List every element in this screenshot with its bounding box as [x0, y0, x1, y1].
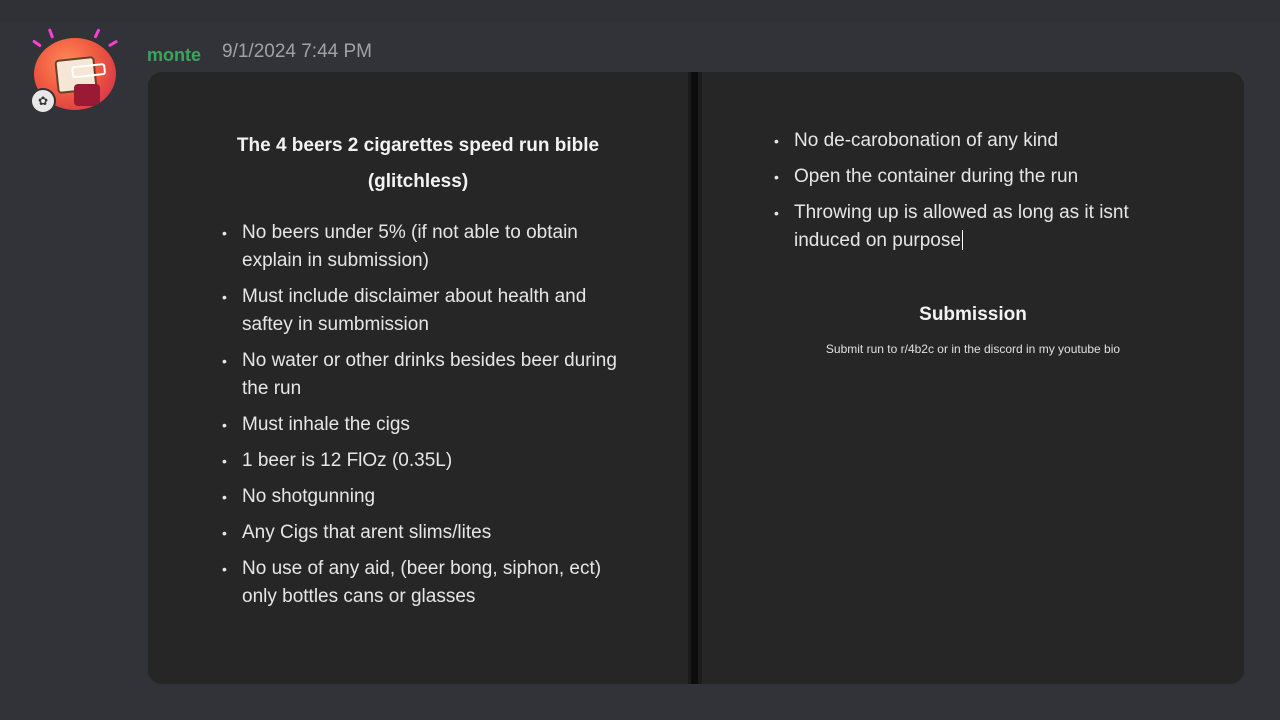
rule-text: No water or other drinks besides beer du… [242, 350, 617, 399]
list-item: • No water or other drinks besides beer d… [222, 347, 624, 403]
list-item: • Must include disclaimer about health an… [222, 283, 624, 339]
avatar-decoration-icon: ✿ [30, 88, 56, 114]
list-item: • Any Cigs that arent slims/lites [222, 519, 624, 547]
bullet-icon: • [222, 525, 227, 541]
rule-text: Any Cigs that arent slims/lites [242, 522, 492, 543]
rule-text: Must include disclaimer about health and… [242, 286, 587, 335]
list-item: • No beers under 5% (if not able to obtai… [222, 219, 624, 275]
text-cursor [961, 230, 963, 250]
rules-list-right: • No de-carobonation of any kind • Open th… [774, 127, 1196, 263]
top-bar [0, 0, 1280, 22]
bullet-icon: • [222, 289, 227, 305]
bullet-icon: • [222, 561, 227, 577]
bullet-icon: • [222, 453, 227, 469]
bullet-icon: • [222, 225, 227, 241]
list-item: • No shotgunning [222, 483, 624, 511]
message-username[interactable]: monte [147, 45, 201, 66]
sparkle-icon [32, 39, 42, 48]
glasses-icon [71, 62, 107, 79]
page-divider-line [691, 72, 698, 684]
message-timestamp[interactable]: 9/1/2024 7:44 PM [222, 41, 372, 63]
list-item: • No de-carobonation of any kind [774, 127, 1196, 155]
submission-heading: Submission [919, 304, 1027, 325]
bullet-icon: • [222, 417, 227, 433]
document-title: The 4 beers 2 cigarettes speed run bible… [148, 128, 688, 200]
list-item: • 1 beer is 12 FlOz (0.35L) [222, 447, 624, 475]
list-item: • Must inhale the cigs [222, 411, 624, 439]
list-item: • Throwing up is allowed as long as it is… [774, 199, 1196, 255]
submission-text: Submit run to r/4b2c or in the discord i… [825, 342, 1121, 356]
bullet-icon: • [222, 353, 227, 369]
avatar-shirt-image [74, 84, 100, 106]
rule-text: 1 beer is 12 FlOz (0.35L) [242, 450, 453, 471]
rule-text: Must inhale the cigs [242, 414, 410, 435]
bullet-icon: • [222, 489, 227, 505]
document-page-right: • No de-carobonation of any kind • Open th… [702, 72, 1244, 684]
list-item: • Open the container during the run [774, 163, 1196, 191]
document-page-left: The 4 beers 2 cigarettes speed run bible… [148, 72, 688, 684]
attached-image[interactable]: The 4 beers 2 cigarettes speed run bible… [148, 72, 1244, 684]
bullet-icon: • [774, 169, 779, 185]
sparkle-icon [47, 28, 55, 39]
chat-view: ✿ monte 9/1/2024 7:44 PM The 4 beers 2 c… [0, 0, 1280, 720]
bullet-icon: • [774, 205, 779, 221]
rules-list-left: • No beers under 5% (if not able to obtai… [222, 219, 624, 619]
sparkle-icon [107, 39, 119, 48]
rule-text: Open the container during the run [794, 166, 1079, 187]
document-title-line1: The 4 beers 2 cigarettes speed run bible [236, 135, 600, 156]
rule-text: No de-carobonation of any kind [794, 130, 1059, 151]
document-title-line2: (glitchless) [367, 171, 469, 192]
user-avatar-group[interactable]: ✿ [26, 28, 122, 114]
rule-text: No beers under 5% (if not able to obtain… [242, 222, 578, 271]
bullet-icon: • [774, 133, 779, 149]
list-item: • No use of any aid, (beer bong, siphon, … [222, 555, 624, 611]
rule-text: No shotgunning [242, 486, 376, 507]
sparkle-icon [93, 28, 101, 39]
rule-text: No use of any aid, (beer bong, siphon, e… [242, 558, 602, 607]
